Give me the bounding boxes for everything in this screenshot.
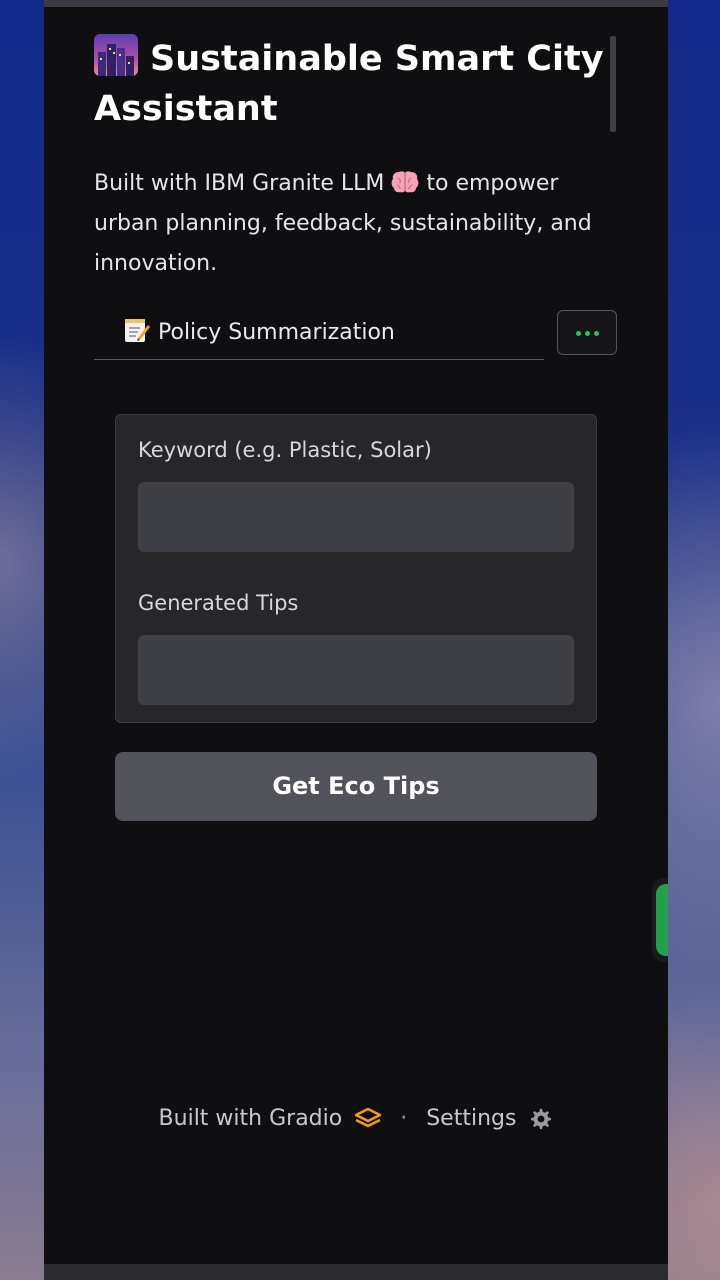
get-eco-tips-button[interactable]: Get Eco Tips	[115, 752, 597, 821]
app-description: Built with IBM Granite LLM to empower ur…	[94, 164, 624, 284]
keyword-label: Keyword (e.g. Plastic, Solar)	[138, 438, 432, 462]
description-text-start: Built with IBM Granite LLM	[94, 171, 385, 196]
tab-policy-summarization[interactable]: Policy Summarization	[94, 306, 544, 360]
brain-icon	[391, 171, 419, 193]
bottom-nav-strip	[44, 1264, 668, 1280]
eco-tips-form-panel: Keyword (e.g. Plastic, Solar) Generated …	[115, 414, 597, 723]
side-drawer-handle-fill	[656, 884, 668, 956]
memo-icon	[125, 319, 150, 342]
city-at-dusk-icon	[94, 34, 138, 76]
built-with-gradio-link[interactable]: Built with Gradio	[159, 1106, 343, 1131]
keyword-input[interactable]	[138, 482, 574, 552]
settings-link[interactable]: Settings	[426, 1106, 516, 1131]
side-drawer-handle[interactable]	[652, 878, 668, 962]
app-window: Sustainable Smart City Assistant Built w…	[44, 0, 668, 1280]
top-status-strip	[44, 0, 668, 7]
generated-tips-label: Generated Tips	[138, 591, 299, 615]
page-title-text: Sustainable Smart City Assistant	[94, 39, 604, 129]
footer-separator: ·	[400, 1106, 408, 1131]
gear-icon[interactable]	[529, 1107, 553, 1131]
page-title: Sustainable Smart City Assistant	[94, 34, 614, 134]
tab-label: Policy Summarization	[158, 320, 395, 345]
gradio-logo-icon	[355, 1108, 382, 1128]
generated-tips-output[interactable]	[138, 635, 574, 705]
footer: Built with Gradio · Settings	[44, 1100, 668, 1138]
more-tabs-button[interactable]	[557, 310, 617, 355]
